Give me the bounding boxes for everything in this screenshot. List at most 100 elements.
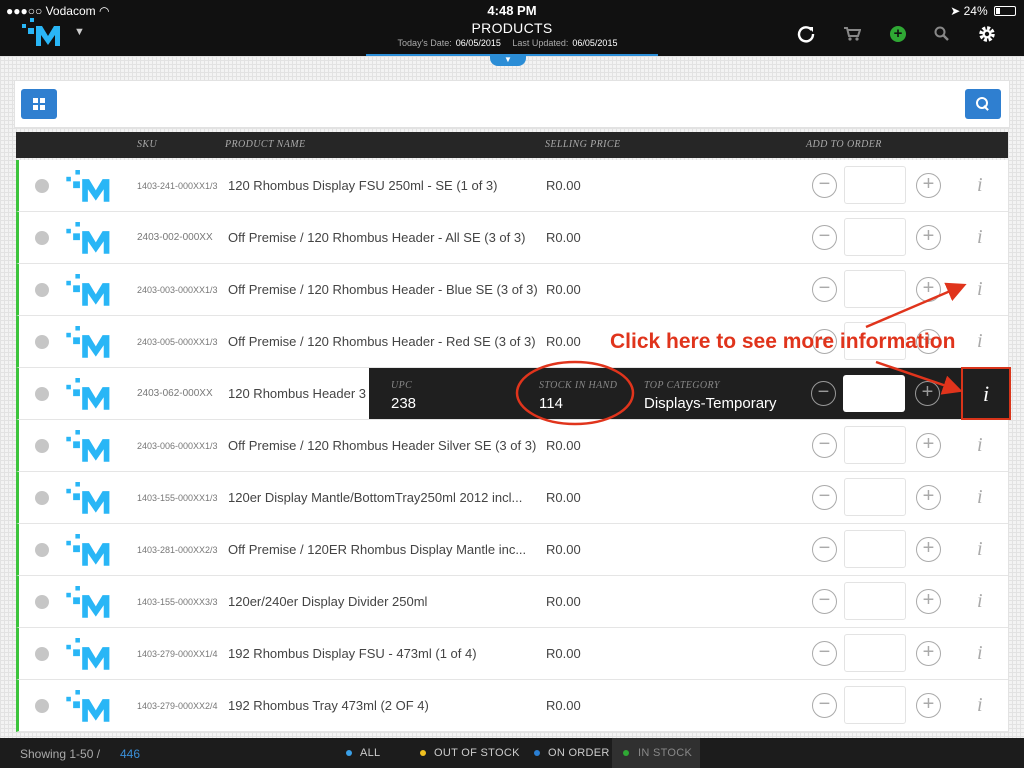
increase-qty-button[interactable]: + xyxy=(916,433,941,458)
row-price: R0.00 xyxy=(546,178,581,193)
upc-label: UPC xyxy=(391,380,413,391)
today-value: 06/05/2015 xyxy=(455,38,501,48)
quantity-input[interactable] xyxy=(843,375,905,412)
info-icon[interactable]: i xyxy=(977,694,983,717)
row-select-radio[interactable] xyxy=(35,491,49,505)
upc-value: 238 xyxy=(391,395,417,412)
table-row[interactable]: 2403-002-000XX Off Premise / 120 Rhombus… xyxy=(16,212,1008,264)
row-select-radio[interactable] xyxy=(35,699,49,713)
increase-qty-button[interactable]: + xyxy=(915,381,940,406)
row-select-radio[interactable] xyxy=(35,335,49,349)
total-count[interactable]: 446 xyxy=(120,747,140,761)
increase-qty-button[interactable]: + xyxy=(916,173,941,198)
col-selling-price: SELLING PRICE xyxy=(545,139,621,150)
product-list: 1403-241-000XX1/3 120 Rhombus Display FS… xyxy=(16,160,1008,732)
decrease-qty-button[interactable]: − xyxy=(812,433,837,458)
info-icon[interactable]: i xyxy=(977,590,983,613)
info-icon[interactable]: i xyxy=(977,330,983,353)
info-icon[interactable]: i xyxy=(977,226,983,249)
quantity-input[interactable] xyxy=(844,582,906,620)
row-select-radio[interactable] xyxy=(35,283,49,297)
row-select-radio[interactable] xyxy=(35,179,49,193)
table-row[interactable]: 1403-279-000XX2/4 192 Rhombus Tray 473ml… xyxy=(16,680,1008,732)
table-row[interactable]: 2403-006-000XX1/3 Off Premise / 120 Rhom… xyxy=(16,420,1008,472)
info-icon[interactable]: i xyxy=(961,367,1011,420)
product-logo-icon xyxy=(66,534,110,566)
increase-qty-button[interactable]: + xyxy=(916,485,941,510)
row-select-radio[interactable] xyxy=(35,439,49,453)
updated-label: Last Updated: xyxy=(512,38,569,48)
col-sku: SKU xyxy=(137,139,158,150)
info-icon[interactable]: i xyxy=(977,642,983,665)
quantity-input[interactable] xyxy=(844,270,906,308)
info-icon[interactable]: i xyxy=(977,434,983,457)
stock-value: 114 xyxy=(539,395,563,412)
decrease-qty-button[interactable]: − xyxy=(812,225,837,250)
row-price: R0.00 xyxy=(546,282,581,297)
increase-qty-button[interactable]: + xyxy=(916,225,941,250)
filter-out-of-stock[interactable]: OUT OF STOCK xyxy=(420,738,524,768)
decrease-qty-button[interactable]: − xyxy=(812,485,837,510)
decrease-qty-button[interactable]: − xyxy=(812,277,837,302)
quantity-input[interactable] xyxy=(844,218,906,256)
row-sku: 2403-005-000XX1/3 xyxy=(137,337,218,347)
table-row[interactable]: 1403-155-000XX1/3 120er Display Mantle/B… xyxy=(16,472,1008,524)
info-icon[interactable]: i xyxy=(977,538,983,561)
increase-qty-button[interactable]: + xyxy=(916,693,941,718)
row-select-radio[interactable] xyxy=(35,387,49,401)
row-select-radio[interactable] xyxy=(35,595,49,609)
search-button[interactable] xyxy=(965,89,1001,119)
row-price: R0.00 xyxy=(546,438,581,453)
grid-view-button[interactable] xyxy=(21,89,57,119)
table-row[interactable]: 2403-003-000XX1/3 Off Premise / 120 Rhom… xyxy=(16,264,1008,316)
filter-label: ON ORDER xyxy=(548,747,610,759)
product-logo-icon xyxy=(66,430,110,462)
search-icon[interactable] xyxy=(930,22,954,46)
settings-gear-icon[interactable] xyxy=(975,22,999,46)
decrease-qty-button[interactable]: − xyxy=(812,641,837,666)
increase-qty-button[interactable]: + xyxy=(916,277,941,302)
increase-qty-button[interactable]: + xyxy=(916,537,941,562)
row-product-name: 192 Rhombus Tray 473ml (2 OF 4) xyxy=(228,698,429,713)
product-logo-icon xyxy=(66,482,110,514)
product-logo-icon xyxy=(66,638,110,670)
decrease-qty-button[interactable]: − xyxy=(812,173,837,198)
quantity-input[interactable] xyxy=(844,478,906,516)
table-row[interactable]: 1403-155-000XX3/3 120er/240er Display Di… xyxy=(16,576,1008,628)
table-row[interactable]: 1403-281-000XX2/3 Off Premise / 120ER Rh… xyxy=(16,524,1008,576)
row-price: R0.00 xyxy=(546,334,581,349)
col-add-to-order: ADD TO ORDER xyxy=(806,139,882,150)
quantity-input[interactable] xyxy=(844,426,906,464)
pull-down-tab[interactable]: ▼ xyxy=(490,54,526,66)
info-icon[interactable]: i xyxy=(977,174,983,197)
info-icon[interactable]: i xyxy=(977,278,983,301)
filter-dot-icon xyxy=(420,750,426,756)
table-row[interactable]: 1403-241-000XX1/3 120 Rhombus Display FS… xyxy=(16,160,1008,212)
add-icon[interactable]: + xyxy=(886,22,910,46)
increase-qty-button[interactable]: + xyxy=(916,589,941,614)
filter-all[interactable]: ALL xyxy=(346,738,398,768)
search-icon xyxy=(976,97,990,111)
decrease-qty-button[interactable]: − xyxy=(811,381,836,406)
info-icon[interactable]: i xyxy=(977,486,983,509)
filter-label: OUT OF STOCK xyxy=(434,747,520,759)
quantity-input[interactable] xyxy=(844,686,906,724)
row-select-radio[interactable] xyxy=(35,231,49,245)
filter-in-stock[interactable]: IN STOCK xyxy=(612,738,700,768)
app-header: ●●●○○ Vodacom ◠ 4:48 PM ➤ 24% ▼ PRODUCTS… xyxy=(0,0,1024,56)
grid-icon xyxy=(33,98,45,110)
filter-on-order[interactable]: ON ORDER xyxy=(534,738,610,768)
quantity-input[interactable] xyxy=(844,530,906,568)
decrease-qty-button[interactable]: − xyxy=(812,693,837,718)
quantity-input[interactable] xyxy=(844,634,906,672)
row-select-radio[interactable] xyxy=(35,647,49,661)
cart-icon[interactable] xyxy=(840,22,864,46)
decrease-qty-button[interactable]: − xyxy=(812,589,837,614)
decrease-qty-button[interactable]: − xyxy=(812,537,837,562)
quantity-input[interactable] xyxy=(844,166,906,204)
increase-qty-button[interactable]: + xyxy=(916,641,941,666)
row-select-radio[interactable] xyxy=(35,543,49,557)
refresh-icon[interactable] xyxy=(794,22,818,46)
row-product-name: Off Premise / 120 Rhombus Header Silver … xyxy=(228,438,537,453)
table-row[interactable]: 1403-279-000XX1/4 192 Rhombus Display FS… xyxy=(16,628,1008,680)
